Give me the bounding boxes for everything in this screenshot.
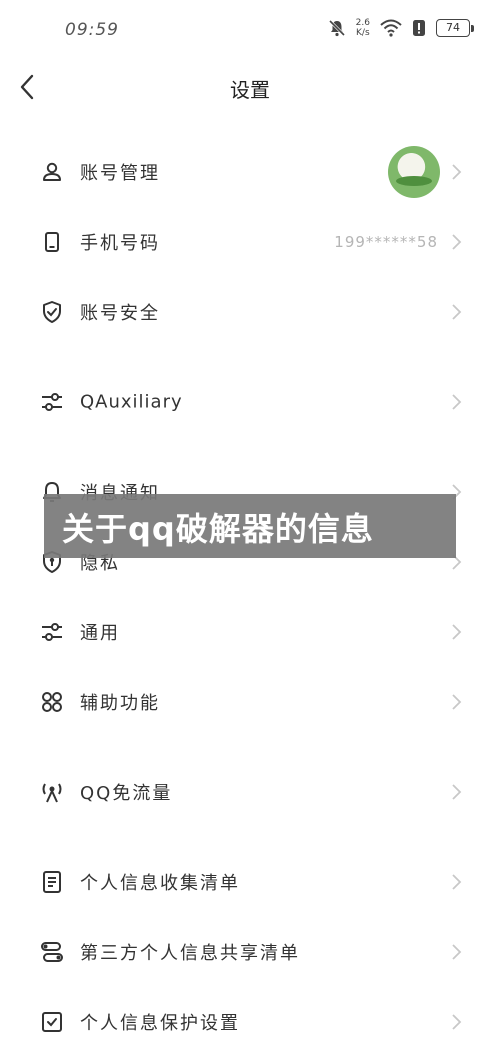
row-label: 个人信息保护设置	[80, 1013, 240, 1034]
phone-icon	[45, 232, 59, 252]
signal-tower-icon	[42, 783, 62, 803]
chevron-right-icon	[452, 784, 462, 800]
row-label: 第三方个人信息共享清单	[80, 943, 300, 964]
sliders-icon	[42, 623, 62, 641]
network-speed-value: 2.6	[355, 18, 370, 28]
row-label: 个人信息收集清单	[80, 873, 240, 894]
row-accessibility[interactable]: 辅助功能	[0, 672, 500, 732]
chevron-right-icon	[452, 694, 462, 710]
row-label: 手机号码	[80, 233, 160, 254]
battery-level: 74	[436, 19, 470, 37]
chevron-right-icon	[452, 944, 462, 960]
banner-text: 关于qq破解器的信息	[62, 510, 374, 548]
phone-number-value: 199******58	[334, 233, 438, 251]
row-account-security[interactable]: 账号安全	[0, 282, 500, 342]
chevron-right-icon	[452, 234, 462, 250]
share-toggle-icon	[41, 942, 63, 962]
chevron-right-icon	[452, 874, 462, 890]
chevron-right-icon	[452, 1014, 462, 1030]
row-label: 辅助功能	[80, 693, 160, 714]
chevron-right-icon	[452, 624, 462, 640]
document-icon	[43, 871, 61, 893]
avatar	[388, 146, 440, 198]
alert-sim-icon	[413, 20, 425, 36]
row-label: 账号管理	[80, 163, 160, 184]
row-personal-info-collection[interactable]: 个人信息收集清单	[0, 852, 500, 912]
chevron-right-icon	[452, 164, 462, 180]
status-time: 09:59	[65, 20, 119, 40]
shield-check-icon	[43, 301, 61, 323]
row-personal-info-protection[interactable]: 个人信息保护设置	[0, 992, 500, 1052]
battery-indicator: 74	[436, 19, 474, 37]
row-account-management[interactable]: 账号管理	[0, 142, 500, 202]
checkbox-icon	[42, 1012, 62, 1032]
row-label: 账号安全	[80, 303, 160, 324]
header: 设置	[0, 58, 500, 118]
row-label: 通用	[80, 623, 120, 644]
row-label: QAuxiliary	[80, 391, 183, 413]
network-speed: 2.6 K/s	[356, 18, 370, 38]
row-third-party-sharing[interactable]: 第三方个人信息共享清单	[0, 922, 500, 982]
chevron-right-icon	[452, 394, 462, 410]
row-label: QQ免流量	[80, 783, 173, 804]
sliders-icon	[42, 393, 62, 411]
chevron-right-icon	[452, 304, 462, 320]
row-phone-number[interactable]: 手机号码 199******58	[0, 212, 500, 272]
status-icons: 2.6 K/s 74	[328, 18, 474, 38]
person-icon	[43, 162, 61, 181]
mute-bell-icon	[328, 19, 345, 37]
battery-tip	[471, 24, 474, 32]
grid-circles-icon	[42, 692, 62, 712]
overlay-banner: 关于qq破解器的信息	[44, 494, 456, 558]
network-speed-unit: K/s	[356, 28, 370, 38]
row-general[interactable]: 通用	[0, 602, 500, 662]
page-title: 设置	[230, 78, 270, 102]
status-bar: 09:59 2.6 K/s 74	[0, 0, 500, 58]
row-qq-data-free[interactable]: QQ免流量	[0, 762, 500, 822]
row-qauxiliary[interactable]: QAuxiliary	[0, 372, 500, 432]
wifi-icon	[380, 19, 402, 37]
